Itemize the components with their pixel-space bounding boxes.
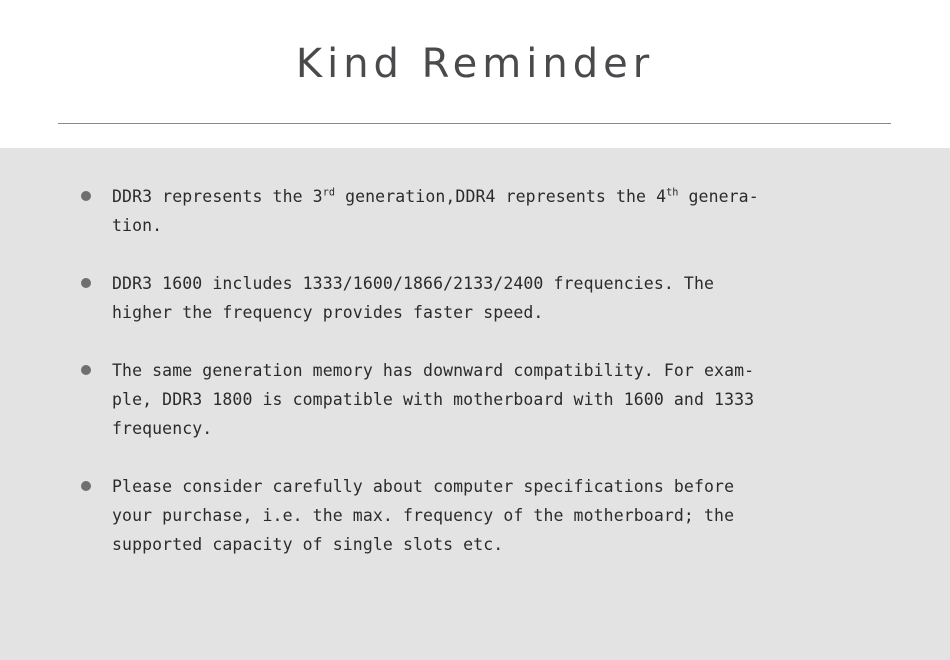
- bullet-dot-icon: [81, 278, 91, 288]
- page-header: Kind Reminder: [0, 0, 950, 148]
- bullet-dot-icon: [81, 365, 91, 375]
- page-body: DDR3 represents the 3rd generation,DDR4 …: [0, 148, 950, 660]
- ordinal-suffix: th: [666, 187, 679, 199]
- list-item-text: Please consider carefully about computer…: [112, 477, 735, 554]
- page-title: Kind Reminder: [295, 41, 655, 87]
- list-item: The same generation memory has downward …: [78, 356, 908, 443]
- header-divider: [58, 123, 891, 124]
- list-item: Please consider carefully about computer…: [78, 472, 908, 559]
- list-item-text: The same generation memory has downward …: [112, 361, 755, 438]
- list-item: DDR3 1600 includes 1333/1600/1866/2133/2…: [78, 269, 908, 327]
- reminder-bullet-list: DDR3 represents the 3rd generation,DDR4 …: [78, 182, 908, 559]
- list-item: DDR3 represents the 3rd generation,DDR4 …: [78, 182, 908, 240]
- list-item-text: DDR3 1600 includes 1333/1600/1866/2133/2…: [112, 274, 715, 322]
- bullet-dot-icon: [81, 191, 91, 201]
- reminder-page: Kind Reminder DDR3 represents the 3rd ge…: [0, 0, 950, 660]
- bullet-dot-icon: [81, 481, 91, 491]
- list-item-text: DDR3 represents the 3rd generation,DDR4 …: [112, 187, 759, 235]
- ordinal-suffix: rd: [322, 187, 336, 199]
